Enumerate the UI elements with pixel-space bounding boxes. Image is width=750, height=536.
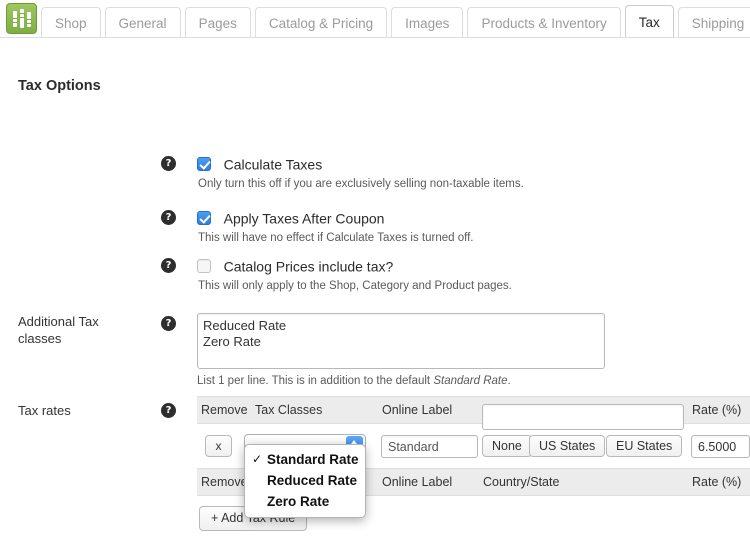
description-calculate-taxes: Only turn this off if you are exclusivel… [198, 178, 524, 190]
desc-prefix: List 1 per line. This is in addition to … [197, 375, 433, 387]
tab-products-inventory[interactable]: Products & Inventory [467, 7, 620, 38]
tax-class-dropdown-menu[interactable]: ✓ Standard Rate Reduced Rate Zero Rate [244, 444, 366, 518]
tab-shop[interactable]: Shop [41, 7, 101, 38]
catalog-prices-include-tax-field: Catalog Prices include tax? This will on… [197, 258, 512, 292]
tab-tax[interactable]: Tax [625, 5, 674, 38]
label-additional-tax-classes-line2: classes [18, 331, 61, 346]
footer-column-header-remove: Remove [201, 475, 248, 489]
checkbox-label-apply-taxes-after-coupon: Apply Taxes After Coupon [224, 211, 385, 227]
help-icon-calculate-taxes[interactable]: ? [161, 156, 176, 171]
label-tax-rates: Tax rates [18, 402, 158, 419]
checkbox-catalog-prices-include-tax[interactable] [197, 259, 211, 273]
column-header-rate: Rate (%) [692, 403, 741, 417]
apply-taxes-after-coupon-field: Apply Taxes After Coupon This will have … [197, 210, 474, 244]
help-icon-tax-rates[interactable]: ? [161, 403, 176, 418]
tab-images[interactable]: Images [391, 7, 463, 38]
tab-catalog-pricing[interactable]: Catalog & Pricing [255, 7, 387, 38]
tab-shipping[interactable]: Shipping [678, 7, 750, 38]
dropdown-option-reduced-rate[interactable]: Reduced Rate [245, 470, 365, 491]
column-header-remove: Remove [201, 403, 248, 417]
footer-column-header-online-label: Online Label [382, 475, 452, 489]
country-button-eu-states[interactable]: EU States [606, 435, 682, 457]
footer-column-header-country-state: Country/State [483, 475, 559, 489]
label-additional-tax-classes-line1: Additional Tax [18, 314, 99, 329]
label-additional-tax-classes: Additional Tax classes [18, 313, 158, 347]
column-header-tax-classes: Tax Classes [255, 403, 322, 417]
rate-input[interactable] [691, 435, 750, 458]
desc-emphasis: Standard Rate [433, 375, 507, 387]
help-icon-apply-taxes-after-coupon[interactable]: ? [161, 210, 176, 225]
remove-tax-rule-button[interactable]: x [205, 435, 232, 457]
checkbox-calculate-taxes[interactable] [197, 157, 211, 171]
dropdown-option-label: Reduced Rate [267, 473, 357, 488]
check-icon: ✓ [252, 449, 262, 470]
app-logo [6, 3, 37, 34]
footer-column-header-rate: Rate (%) [692, 475, 741, 489]
tab-pages[interactable]: Pages [185, 7, 251, 38]
description-catalog-prices-include-tax: This will only apply to the Shop, Catego… [198, 280, 512, 292]
tab-general[interactable]: General [105, 7, 181, 38]
checkbox-label-catalog-prices-include-tax: Catalog Prices include tax? [224, 259, 394, 275]
checkbox-label-calculate-taxes: Calculate Taxes [224, 157, 323, 173]
help-icon-additional-tax-classes[interactable]: ? [161, 316, 176, 331]
description-additional-tax-classes: List 1 per line. This is in addition to … [197, 375, 605, 387]
dropdown-option-label: Standard Rate [267, 452, 359, 467]
column-header-online-label: Online Label [382, 403, 452, 417]
sliders-icon [12, 9, 32, 29]
checkbox-apply-taxes-after-coupon[interactable] [197, 211, 211, 225]
additional-tax-classes-field: List 1 per line. This is in addition to … [197, 313, 605, 387]
desc-suffix: . [508, 375, 511, 387]
country-state-input[interactable] [482, 404, 684, 430]
calculate-taxes-field: Calculate Taxes Only turn this off if yo… [197, 156, 524, 190]
dropdown-option-standard-rate[interactable]: ✓ Standard Rate [245, 449, 365, 470]
dropdown-option-zero-rate[interactable]: Zero Rate [245, 491, 365, 512]
online-label-input[interactable] [381, 435, 478, 458]
additional-tax-classes-textarea[interactable] [197, 313, 605, 369]
country-button-us-states[interactable]: US States [529, 435, 605, 457]
description-apply-taxes-after-coupon: This will have no effect if Calculate Ta… [198, 232, 474, 244]
settings-tab-bar: Shop General Pages Catalog & Pricing Ima… [0, 0, 750, 38]
page-title: Tax Options [18, 78, 101, 94]
help-icon-catalog-prices-include-tax[interactable]: ? [161, 258, 176, 273]
dropdown-option-label: Zero Rate [267, 494, 329, 509]
country-button-none[interactable]: None [482, 435, 532, 457]
